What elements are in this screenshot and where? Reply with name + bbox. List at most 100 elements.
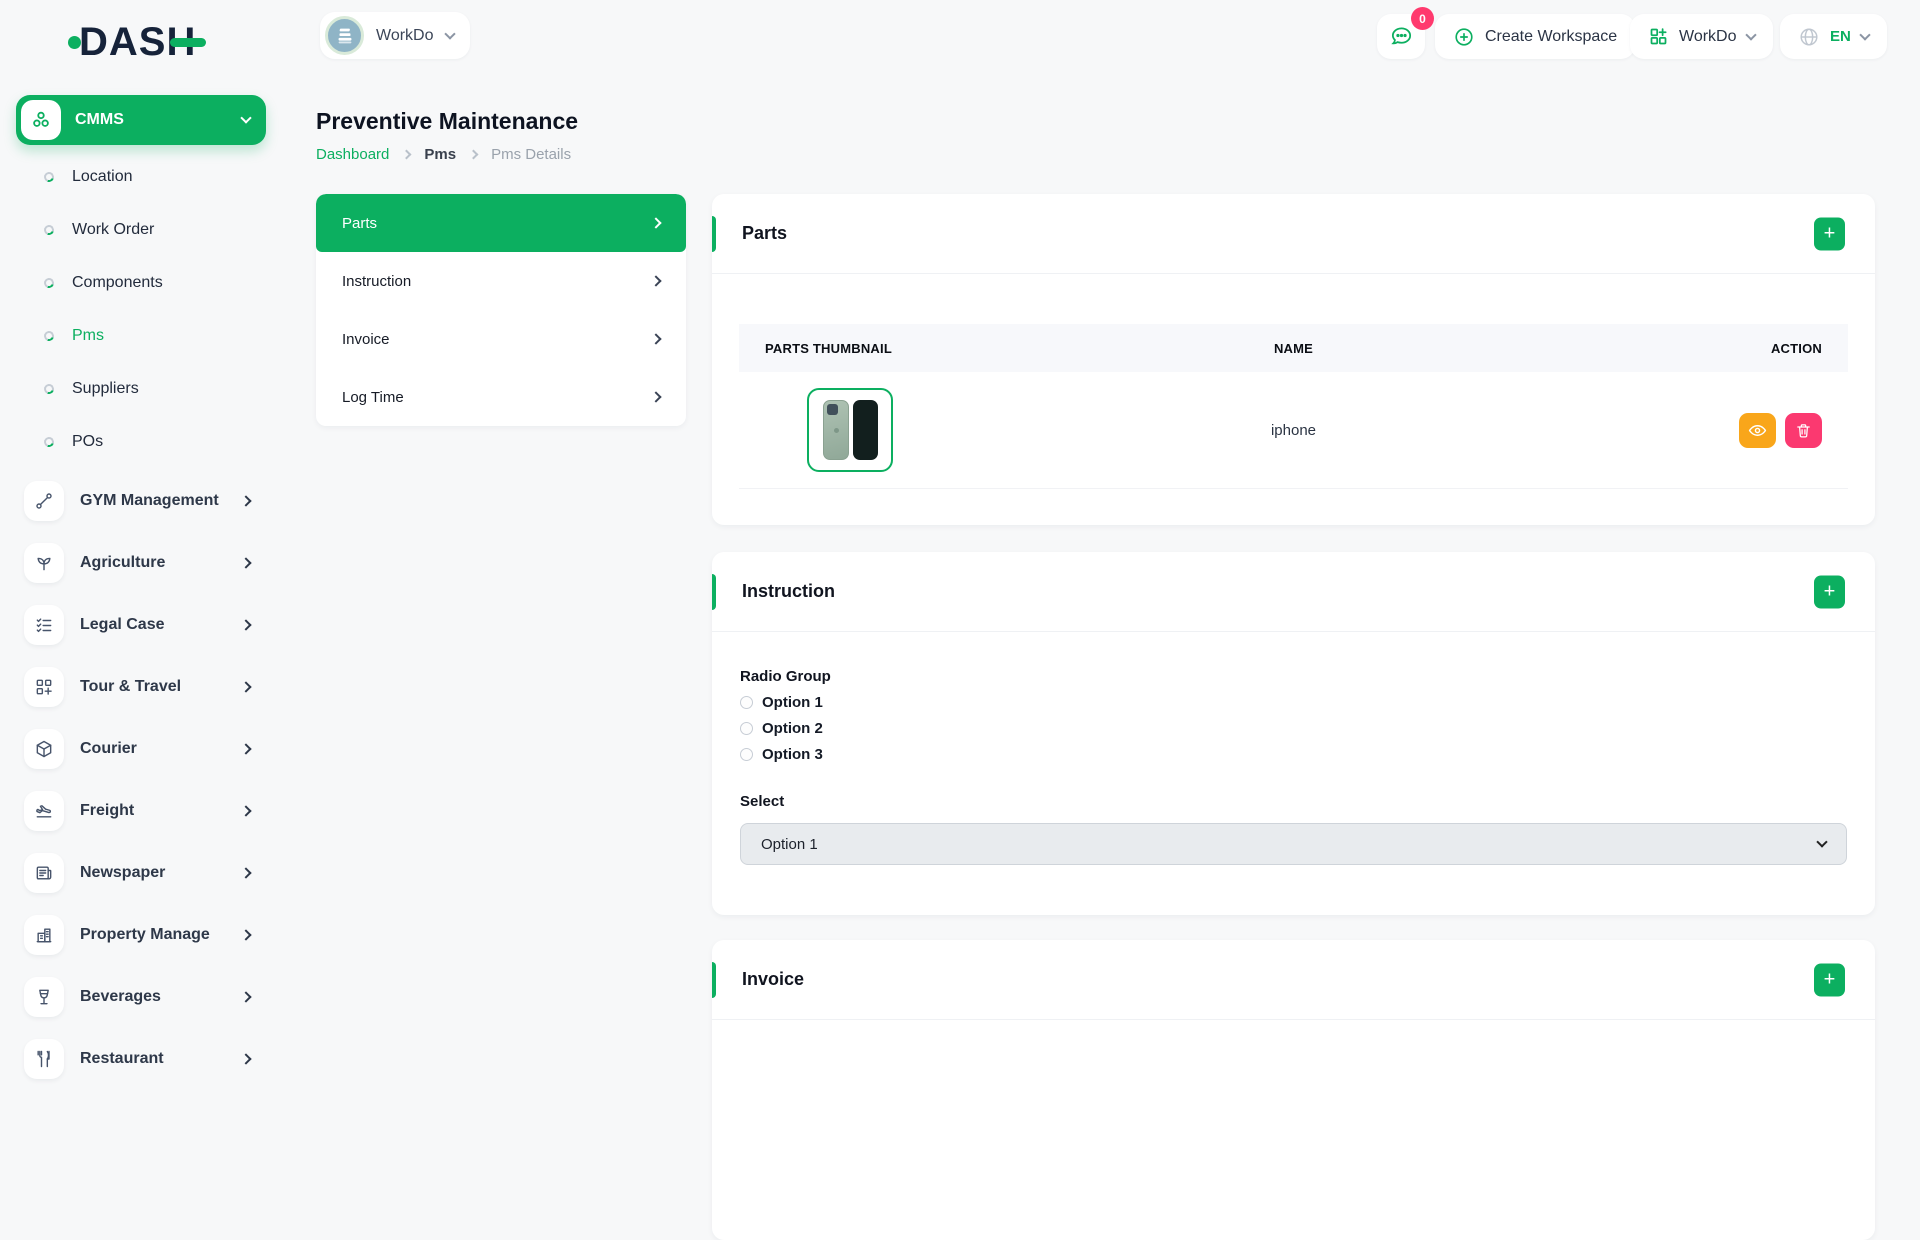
radio-option-2[interactable]: Option 2 — [740, 720, 1847, 737]
sidebar-module-newspaper[interactable]: Newspaper — [0, 842, 290, 904]
sidebar-item-pms[interactable]: Pms — [0, 309, 290, 362]
sidebar-module-cmms[interactable]: CMMS — [16, 95, 266, 145]
app-logo[interactable]: DASH — [68, 22, 206, 62]
sidebar-module-freight[interactable]: Freight — [0, 780, 290, 842]
radio-option-label: Option 1 — [762, 694, 823, 711]
building-avatar-icon — [334, 25, 356, 47]
chevron-right-icon — [240, 805, 251, 816]
messages-button[interactable]: 0 — [1377, 14, 1425, 59]
chevron-right-icon — [240, 557, 251, 568]
sidebar-item-suppliers[interactable]: Suppliers — [0, 362, 290, 415]
module-tile — [24, 481, 64, 521]
instruction-card: Instruction + Radio Group Option 1 Optio… — [712, 552, 1875, 915]
add-instruction-button[interactable]: + — [1814, 575, 1845, 608]
instruction-body: Radio Group Option 1 Option 2 Option 3 S… — [712, 632, 1875, 901]
chevron-right-icon — [650, 391, 661, 402]
create-workspace-button[interactable]: Create Workspace — [1435, 14, 1635, 59]
sidebar-module-courier[interactable]: Courier — [0, 718, 290, 780]
delete-part-button[interactable] — [1785, 413, 1822, 448]
sidebar-module-beverages[interactable]: Beverages — [0, 966, 290, 1028]
instruction-card-title: Instruction — [742, 581, 835, 602]
plane-icon — [34, 801, 54, 821]
logo-dash-icon — [170, 38, 206, 47]
chevron-right-icon — [240, 1053, 251, 1064]
sidebar-item-work-order[interactable]: Work Order — [0, 203, 290, 256]
table-row: iphone — [739, 372, 1848, 489]
part-name: iphone — [1117, 422, 1469, 439]
language-code: EN — [1830, 28, 1851, 45]
sidebar-module-tour-travel[interactable]: Tour & Travel — [0, 656, 290, 718]
radio-option-3[interactable]: Option 3 — [740, 746, 1847, 763]
module-label: Beverages — [80, 988, 242, 1006]
sidebar-module-property-manage[interactable]: Property Manage — [0, 904, 290, 966]
invoice-card-title: Invoice — [742, 969, 804, 990]
breadcrumb-pms-link[interactable]: Pms — [424, 146, 456, 163]
eye-icon — [1748, 421, 1767, 440]
part-thumbnail[interactable] — [807, 388, 893, 472]
create-workspace-label: Create Workspace — [1485, 28, 1617, 46]
module-label: GYM Management — [80, 492, 242, 510]
parts-table: PARTS THUMBNAIL NAME ACTION iphone — [712, 274, 1875, 489]
breadcrumb: Dashboard Pms Pms Details — [316, 146, 571, 163]
sidebar-module-gym[interactable]: GYM Management — [0, 470, 290, 532]
workspace-switcher[interactable]: WorkDo — [320, 12, 470, 59]
radio-group-label: Radio Group — [740, 668, 1847, 685]
chevron-down-icon — [1745, 29, 1756, 40]
wine-glass-icon — [34, 987, 54, 1007]
bullet-ring-icon — [42, 170, 55, 183]
chevron-right-icon — [650, 333, 661, 344]
sidebar-item-label: POs — [72, 433, 103, 451]
module-label: Restaurant — [80, 1050, 242, 1068]
package-icon — [34, 739, 54, 759]
radio-icon[interactable] — [740, 748, 753, 761]
row-actions — [1470, 413, 1822, 448]
chevron-right-icon — [469, 150, 479, 160]
sidebar-item-label: Components — [72, 274, 163, 292]
detail-tabs-card: Parts Instruction Invoice Log Time — [316, 194, 686, 426]
trash-icon — [1795, 422, 1812, 439]
chevron-right-icon — [650, 275, 661, 286]
column-header-thumbnail: PARTS THUMBNAIL — [765, 341, 1117, 356]
sidebar-item-pos[interactable]: POs — [0, 415, 290, 468]
add-invoice-button[interactable]: + — [1814, 963, 1845, 996]
bullet-ring-icon — [42, 329, 55, 342]
chevron-right-icon — [240, 619, 251, 630]
tab-label: Parts — [342, 215, 377, 232]
sidebar-item-location[interactable]: Location — [0, 150, 290, 203]
bullet-ring-icon — [42, 382, 55, 395]
module-label: Property Manage — [80, 926, 242, 944]
radio-option-1[interactable]: Option 1 — [740, 694, 1847, 711]
radio-icon[interactable] — [740, 722, 753, 735]
tab-log-time[interactable]: Log Time — [316, 368, 686, 426]
tab-invoice[interactable]: Invoice — [316, 310, 686, 368]
breadcrumb-dashboard-link[interactable]: Dashboard — [316, 146, 389, 163]
module-tile — [24, 667, 64, 707]
cmms-tile — [21, 100, 61, 140]
view-part-button[interactable] — [1739, 413, 1776, 448]
cmms-submenu: Location Work Order Components Pms Suppl… — [0, 150, 290, 468]
chevron-right-icon — [240, 867, 251, 878]
chat-icon — [1389, 24, 1414, 49]
sidebar-module-restaurant[interactable]: Restaurant — [0, 1028, 290, 1090]
breadcrumb-current: Pms Details — [491, 146, 571, 163]
tab-parts[interactable]: Parts — [316, 194, 686, 252]
sidebar-item-components[interactable]: Components — [0, 256, 290, 309]
tab-label: Instruction — [342, 273, 411, 290]
messages-count-badge: 0 — [1411, 7, 1434, 30]
radio-icon[interactable] — [740, 696, 753, 709]
company-menu[interactable]: WorkDo — [1630, 14, 1773, 59]
bullet-ring-icon — [42, 276, 55, 289]
add-part-button[interactable]: + — [1814, 217, 1845, 250]
sidebar-module-agriculture[interactable]: Agriculture — [0, 532, 290, 594]
module-tile — [24, 543, 64, 583]
column-header-action: ACTION — [1470, 341, 1822, 356]
language-menu[interactable]: EN — [1780, 14, 1887, 59]
instruction-select[interactable]: Option 1 — [740, 823, 1847, 865]
tab-instruction[interactable]: Instruction — [316, 252, 686, 310]
workspace-avatar — [325, 16, 364, 55]
accent-bar — [712, 216, 716, 252]
modules-menu: GYM Management Agriculture Legal Case — [0, 470, 290, 1090]
sidebar-module-legal-case[interactable]: Legal Case — [0, 594, 290, 656]
select-value: Option 1 — [761, 836, 818, 853]
parts-card-header: Parts + — [712, 194, 1875, 274]
